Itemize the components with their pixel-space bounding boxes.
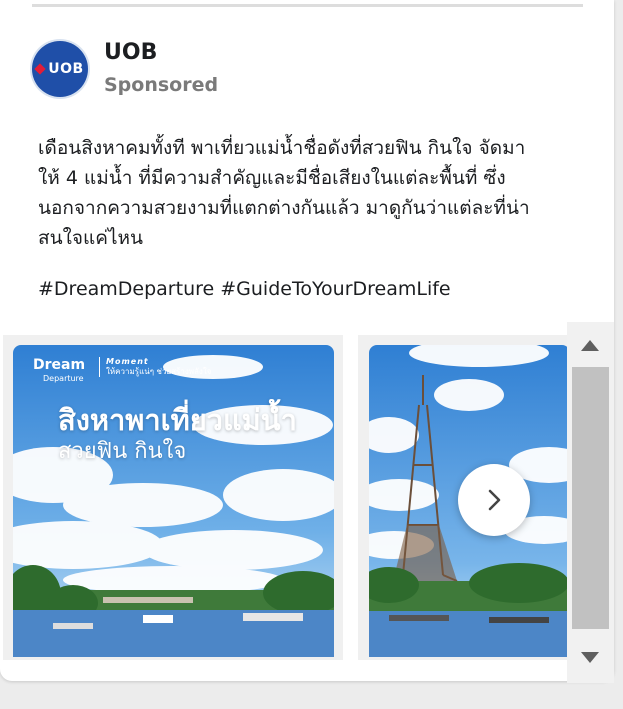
- dream-departure-logo: Dream Departure: [33, 357, 86, 385]
- sponsored-label[interactable]: Sponsored: [104, 74, 218, 96]
- scrollbar-thumb[interactable]: [572, 367, 609, 629]
- page-avatar[interactable]: UOB: [32, 41, 88, 97]
- moment-tagline: Moment ให้ความรู้แน่ๆ ช่วยสร้างพลังใจ: [99, 357, 211, 377]
- tagline-text: ให้ความรู้แน่ๆ ช่วยสร้างพลังใจ: [106, 367, 212, 376]
- river-scene-image: [13, 345, 334, 657]
- post-hashtags[interactable]: #DreamDeparture #GuideToYourDreamLife: [38, 278, 451, 300]
- uob-logo-mark-icon: [34, 63, 46, 75]
- post-text: เดือนสิงหาคมทั้งที พาเที่ยวแม่น้ำชื่อดัง…: [38, 133, 583, 253]
- carousel-next-button[interactable]: [458, 464, 530, 536]
- scroll-down-icon[interactable]: [581, 652, 599, 663]
- ad-image-river[interactable]: Dream Departure Moment ให้ความรู้แน่ๆ ช่…: [13, 345, 334, 657]
- page-name[interactable]: UOB: [104, 40, 157, 65]
- chevron-right-icon: [488, 489, 501, 511]
- carousel-slide[interactable]: Dream Departure Moment ให้ความรู้แน่ๆ ช่…: [3, 335, 343, 660]
- tagline-title: Moment: [106, 357, 149, 366]
- logo-sub-text: Departure: [43, 374, 84, 383]
- ad-subheadline: สวยฟิน กินใจ: [58, 439, 187, 464]
- post-text-line: เดือนสิงหาคมทั้งที พาเที่ยวแม่น้ำชื่อดัง…: [38, 137, 526, 159]
- post-text-line: ให้ 4 แม่น้ำ ที่มีความสำคัญและมีชื่อเสีย…: [38, 167, 506, 189]
- avatar-logo-text: UOB: [48, 61, 84, 77]
- top-divider: [32, 4, 583, 7]
- vertical-scrollbar[interactable]: [567, 322, 614, 683]
- post-text-line: สนใจแค่ไหน: [38, 227, 144, 249]
- scroll-up-icon[interactable]: [581, 340, 599, 351]
- post-text-line: นอกจากความสวยงามที่แตกต่างกันแล้ว มาดูกั…: [38, 197, 530, 219]
- logo-main-text: Dream: [33, 357, 86, 373]
- sponsored-post-card: UOB UOB Sponsored เดือนสิงหาคมทั้งที พาเ…: [0, 0, 614, 681]
